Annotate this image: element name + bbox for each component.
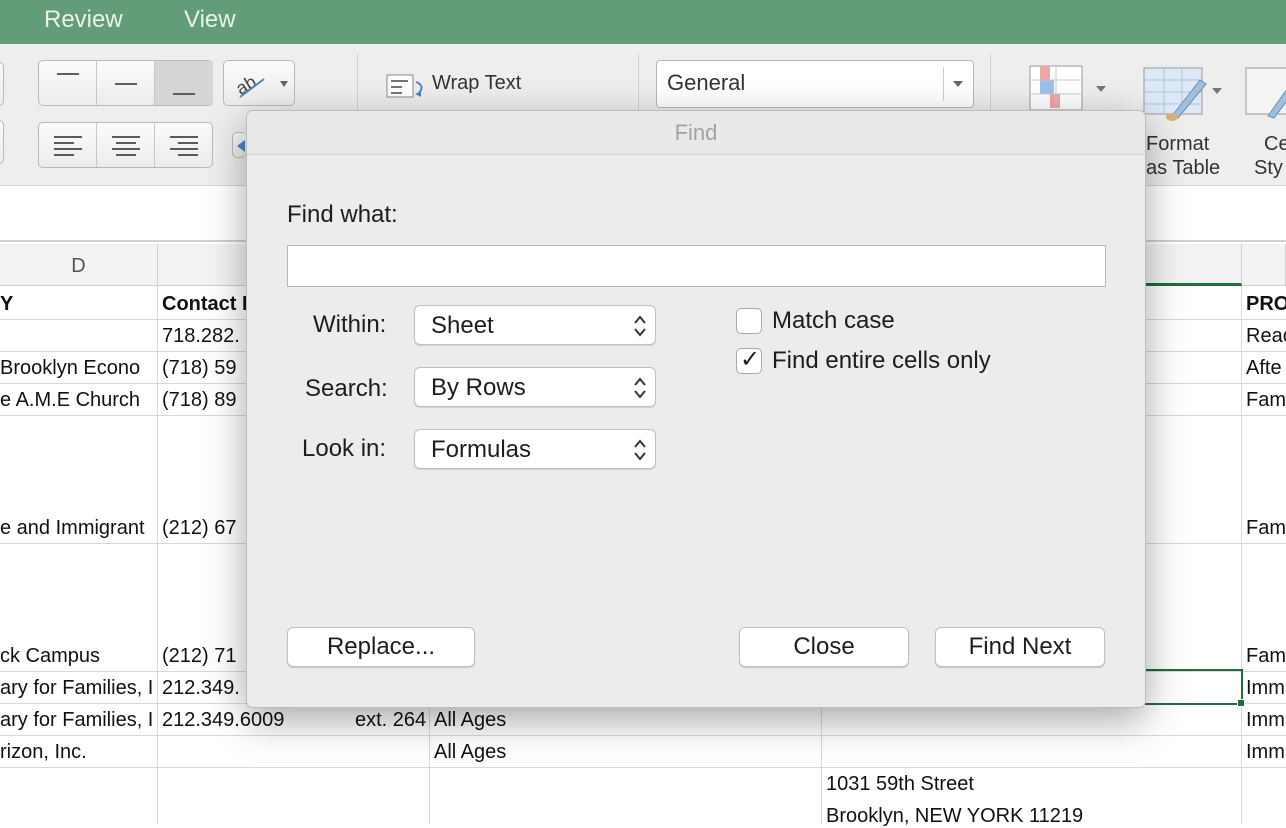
vertical-align-group <box>38 60 213 106</box>
align-middle-button[interactable] <box>97 61 155 105</box>
text-orientation-icon: ab <box>232 71 288 99</box>
table-cell[interactable]: 1031 59th Street <box>826 772 1240 796</box>
clipped-button[interactable] <box>0 120 4 164</box>
updown-arrows-icon <box>634 439 646 461</box>
table-cell[interactable]: ary for Families, I <box>0 676 156 700</box>
table-cell[interactable]: e A.M.E Church <box>0 388 156 412</box>
table-cell[interactable]: Imm <box>1246 708 1286 732</box>
column-header-d[interactable]: D <box>0 244 158 286</box>
wrap-text-button[interactable]: Wrap Text <box>432 72 521 95</box>
search-value: By Rows <box>431 374 526 401</box>
within-select[interactable]: Sheet <box>414 305 656 345</box>
cell-styles-icon[interactable] <box>1244 66 1286 122</box>
entire-cells-label: Find entire cells only <box>772 347 991 374</box>
tab-view[interactable]: View <box>184 6 236 34</box>
align-middle-icon <box>115 83 137 85</box>
combo-divider <box>943 67 944 101</box>
look-in-select[interactable]: Formulas <box>414 429 656 469</box>
table-cell[interactable]: All Ages <box>434 740 814 764</box>
gridline <box>0 735 1286 736</box>
format-as-table-label-1: Format <box>1146 133 1210 155</box>
number-format-value: General <box>667 70 746 95</box>
checkmark-icon: ✓ <box>740 346 761 373</box>
table-cell[interactable]: ary for Families, I <box>0 708 156 732</box>
align-center-icon <box>112 136 140 156</box>
table-cell[interactable]: Fam <box>1246 516 1286 540</box>
cell-styles-label-1: Ce <box>1264 133 1286 155</box>
align-top-icon <box>57 73 79 75</box>
table-cell[interactable]: ext. 264 <box>355 708 429 732</box>
cell-header-agency[interactable]: Y <box>0 292 156 316</box>
decrease-indent-icon <box>237 140 245 152</box>
table-cell[interactable]: Fam <box>1246 388 1286 412</box>
align-center-button[interactable] <box>97 123 155 167</box>
dialog-title: Find <box>247 111 1145 155</box>
table-cell[interactable]: Brooklyn Econo <box>0 356 156 380</box>
clipped-button[interactable] <box>0 62 4 106</box>
cell-header-program[interactable]: PRO <box>1246 292 1286 316</box>
table-cell[interactable]: Brooklyn, NEW YORK 11219 <box>826 804 1240 828</box>
look-in-label: Look in: <box>302 435 387 462</box>
updown-arrows-icon <box>634 315 646 337</box>
updown-arrows-icon <box>634 377 646 399</box>
number-format-select[interactable]: General <box>656 60 974 108</box>
table-cell[interactable]: Afte <box>1246 356 1286 380</box>
table-cell[interactable]: e and Immigrant <box>0 516 156 540</box>
find-next-button[interactable]: Find Next <box>935 627 1105 667</box>
cell-styles-label-2: Sty <box>1254 157 1283 179</box>
column-header-h[interactable] <box>1242 244 1286 286</box>
align-top-button[interactable] <box>39 61 97 105</box>
table-cell[interactable]: Imm <box>1246 740 1286 764</box>
fill-handle[interactable] <box>1237 699 1245 707</box>
gridline <box>157 286 158 824</box>
find-what-input[interactable] <box>287 245 1106 287</box>
column-header-label: D <box>71 255 86 277</box>
entire-cells-checkbox[interactable]: ✓ <box>736 346 762 374</box>
chevron-down-icon <box>953 81 963 87</box>
conditional-formatting-icon[interactable] <box>1028 64 1118 112</box>
search-select[interactable]: By Rows <box>414 367 656 407</box>
align-left-icon <box>54 136 82 156</box>
replace-button[interactable]: Replace... <box>287 627 475 667</box>
find-what-label: Find what: <box>287 201 398 228</box>
within-label: Within: <box>313 311 387 338</box>
table-cell[interactable]: Fam <box>1246 644 1286 668</box>
search-label: Search: <box>305 375 388 402</box>
align-right-button[interactable] <box>155 123 213 167</box>
match-case-label: Match case <box>772 307 895 334</box>
ribbon-tab-strip: Review View <box>0 0 1286 44</box>
orientation-button[interactable]: ab <box>223 60 295 106</box>
look-in-value: Formulas <box>431 436 532 463</box>
gridline <box>0 767 1286 768</box>
tab-review[interactable]: Review <box>44 6 123 34</box>
horizontal-align-group <box>38 122 213 168</box>
wrap-text-icon <box>386 74 423 98</box>
format-as-table-icon[interactable] <box>1142 66 1228 122</box>
table-cell[interactable]: 212.349.6009 <box>162 708 352 732</box>
match-case-checkbox[interactable] <box>736 308 762 334</box>
table-cell[interactable]: Imm <box>1246 676 1286 700</box>
within-value: Sheet <box>431 312 494 339</box>
find-dialog: Find Find what: Within: Sheet Search: By… <box>246 110 1146 708</box>
gridline <box>1241 286 1242 824</box>
table-cell[interactable]: ck Campus <box>0 644 156 668</box>
align-bottom-button[interactable] <box>155 61 213 105</box>
align-left-button[interactable] <box>39 123 97 167</box>
indent-button[interactable] <box>232 132 246 158</box>
table-cell[interactable]: rizon, Inc. <box>0 740 156 764</box>
align-right-icon <box>170 136 198 156</box>
table-cell[interactable]: All Ages <box>434 708 814 732</box>
table-cell[interactable]: Reac <box>1246 324 1286 348</box>
close-button[interactable]: Close <box>739 627 909 667</box>
format-as-table-label-2: as Table <box>1146 157 1221 179</box>
align-bottom-icon <box>173 93 195 95</box>
